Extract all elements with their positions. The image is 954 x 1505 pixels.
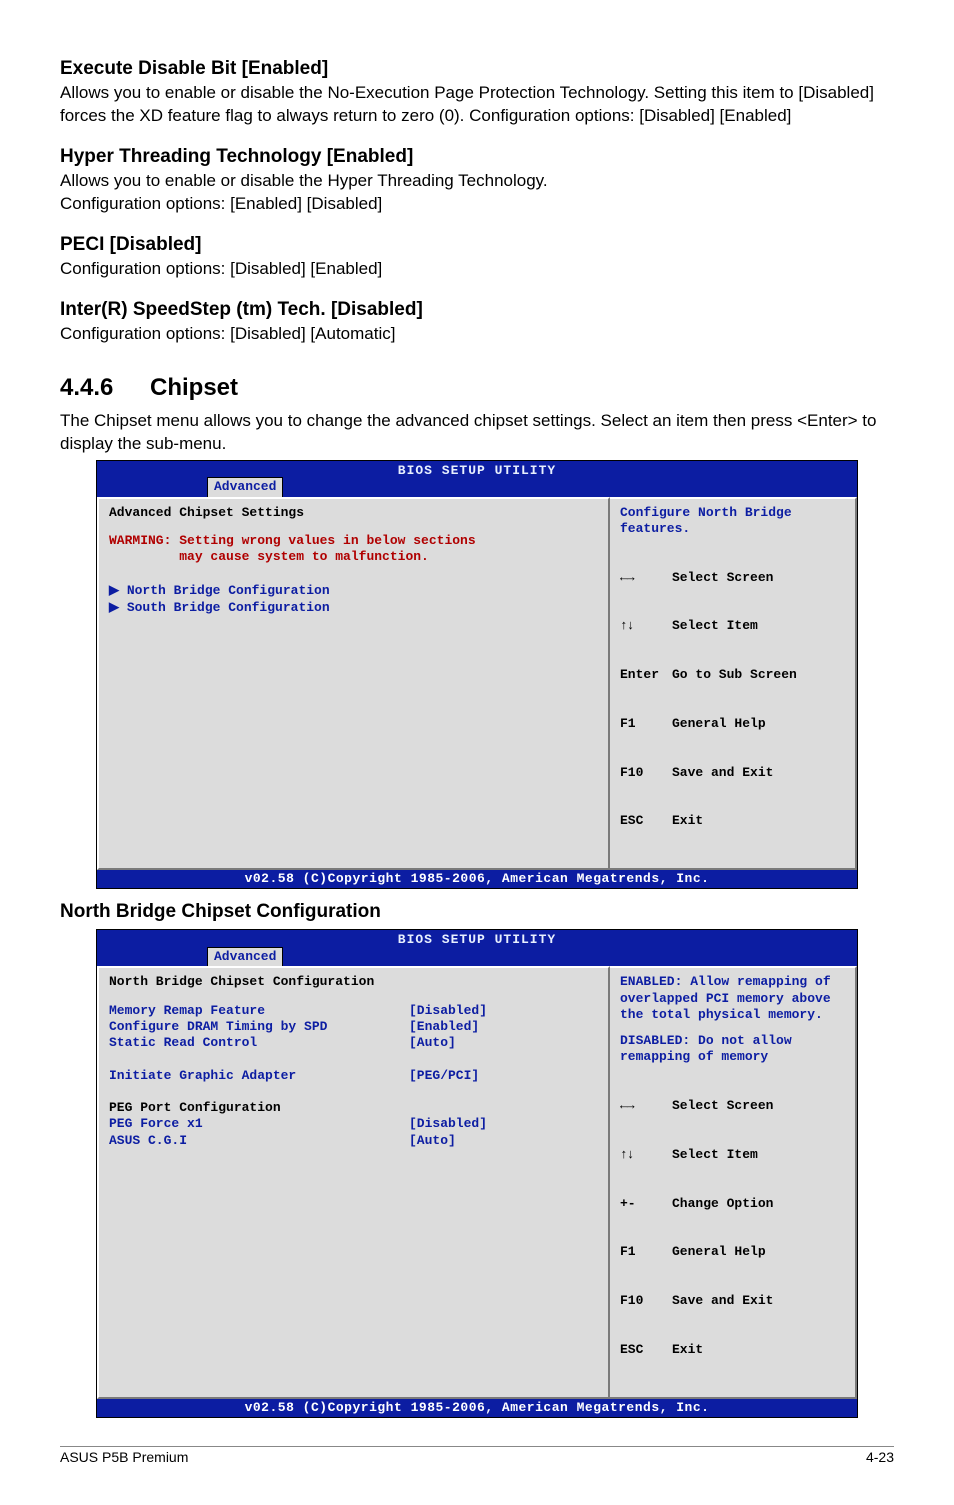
bios-tab-advanced[interactable]: Advanced — [207, 477, 283, 496]
nav2-f10-label: Save and Exit — [672, 1293, 773, 1309]
bios2-setting-row[interactable]: Initiate Graphic Adapter[PEG/PCI] — [109, 1068, 598, 1084]
section-number: 4.4.6 — [60, 374, 150, 402]
bios-item-north-bridge-label: North Bridge Configuration — [127, 583, 330, 598]
bios2-setting-row[interactable]: ASUS C.G.I[Auto] — [109, 1133, 598, 1149]
bios2-nav-legend: Select Screen Select Item +-Change Optio… — [620, 1066, 845, 1391]
footer-product: ASUS P5B Premium — [60, 1449, 188, 1465]
opt-peci-heading: PECI [Disabled] — [60, 234, 894, 256]
north-bridge-sub-heading: North Bridge Chipset Configuration — [60, 901, 894, 923]
bios2-setting-row — [109, 1084, 598, 1100]
bios-item-south-bridge[interactable]: ▶ South Bridge Configuration — [109, 600, 598, 616]
bios2-setting-value: [Disabled] — [409, 1116, 487, 1132]
bios-warning-line1: WARMING: Setting wrong values in below s… — [109, 533, 598, 549]
arrows-lr-icon — [620, 1098, 634, 1113]
bios2-setting-value: [Auto] — [409, 1035, 456, 1051]
bios2-setting-label: Memory Remap Feature — [109, 1003, 409, 1019]
bios2-panel-header: North Bridge Chipset Configuration — [109, 974, 598, 990]
bios-title: BIOS SETUP UTILITY — [398, 463, 556, 478]
bios2-tab-advanced[interactable]: Advanced — [207, 947, 283, 966]
bios2-setting-value: [Disabled] — [409, 1003, 487, 1019]
opt-execute-disable-heading: Execute Disable Bit [Enabled] — [60, 58, 894, 80]
opt-speedstep-heading: Inter(R) SpeedStep (tm) Tech. [Disabled] — [60, 299, 894, 321]
bios2-setting-row[interactable]: Memory Remap Feature[Disabled] — [109, 1003, 598, 1019]
nav-f10-label: Save and Exit — [672, 765, 773, 781]
bios-topbar: BIOS SETUP UTILITY Advanced — [97, 461, 857, 497]
page-footer: ASUS P5B Premium 4-23 — [60, 1446, 894, 1465]
nav2-f1-key: F1 — [620, 1244, 672, 1260]
nav-select-item: Select Item — [672, 618, 758, 634]
arrows-ud-icon — [620, 618, 634, 633]
nav-f1-label: General Help — [672, 716, 766, 732]
triangle-right-icon: ▶ — [109, 583, 127, 598]
bios-nav-legend: Select Screen Select Item EnterGo to Sub… — [620, 537, 845, 862]
nav-enter-label: Go to Sub Screen — [672, 667, 797, 683]
opt-peci-desc: Configuration options: [Disabled] [Enabl… — [60, 258, 894, 281]
bios2-setting-label: PEG Port Configuration — [109, 1100, 409, 1116]
nav-f1-key: F1 — [620, 716, 672, 732]
nav2-select-item: Select Item — [672, 1147, 758, 1163]
bios2-setting-label: ASUS C.G.I — [109, 1133, 409, 1149]
bios-help-text: Configure North Bridge features. — [620, 505, 845, 538]
section-title: Chipset — [150, 374, 238, 401]
bios2-setting-row — [109, 1051, 598, 1067]
bios2-setting-row[interactable]: Static Read Control[Auto] — [109, 1035, 598, 1051]
nav2-select-screen: Select Screen — [672, 1098, 773, 1114]
bios2-setting-row[interactable]: Configure DRAM Timing by SPD[Enabled] — [109, 1019, 598, 1035]
bios2-setting-label: Initiate Graphic Adapter — [109, 1068, 409, 1084]
nav-select-screen: Select Screen — [672, 570, 773, 586]
bios2-setting-value: [Enabled] — [409, 1019, 479, 1035]
bios-screenshot-north-bridge: BIOS SETUP UTILITY Advanced North Bridge… — [96, 929, 858, 1418]
bios2-title: BIOS SETUP UTILITY — [398, 932, 556, 947]
bios-warning-line2: may cause system to malfunction. — [109, 549, 598, 565]
opt-hyper-threading-desc: Allows you to enable or disable the Hype… — [60, 170, 894, 216]
bios2-setting-row[interactable]: PEG Force x1[Disabled] — [109, 1116, 598, 1132]
nav-enter-key: Enter — [620, 667, 672, 683]
nav-esc-key: ESC — [620, 813, 672, 829]
triangle-right-icon: ▶ — [109, 600, 127, 615]
bios2-setting-value: [PEG/PCI] — [409, 1068, 479, 1084]
bios-item-south-bridge-label: South Bridge Configuration — [127, 600, 330, 615]
nav2-f10-key: F10 — [620, 1293, 672, 1309]
nav2-esc-key: ESC — [620, 1342, 672, 1358]
section-heading: 4.4.6Chipset — [60, 374, 894, 402]
nav2-pm-key: +- — [620, 1196, 672, 1212]
footer-page-number: 4-23 — [866, 1449, 894, 1465]
bios2-setting-label: Configure DRAM Timing by SPD — [109, 1019, 409, 1035]
bios2-help-enabled: ENABLED: Allow remapping of overlapped P… — [620, 974, 845, 1023]
bios2-setting-label: Static Read Control — [109, 1035, 409, 1051]
bios-copyright: v02.58 (C)Copyright 1985-2006, American … — [97, 870, 857, 888]
nav2-pm-label: Change Option — [672, 1196, 773, 1212]
opt-hyper-threading-heading: Hyper Threading Technology [Enabled] — [60, 146, 894, 168]
arrows-lr-icon — [620, 570, 634, 585]
bios2-help-disabled: DISABLED: Do not allow remapping of memo… — [620, 1033, 845, 1066]
bios-item-north-bridge[interactable]: ▶ North Bridge Configuration — [109, 583, 598, 599]
arrows-ud-icon — [620, 1147, 634, 1162]
nav-esc-label: Exit — [672, 813, 703, 829]
section-desc: The Chipset menu allows you to change th… — [60, 410, 894, 456]
bios2-setting-value: [Auto] — [409, 1133, 456, 1149]
bios2-topbar: BIOS SETUP UTILITY Advanced — [97, 930, 857, 966]
nav2-esc-label: Exit — [672, 1342, 703, 1358]
bios-panel-header: Advanced Chipset Settings — [109, 505, 598, 521]
nav-f10-key: F10 — [620, 765, 672, 781]
opt-execute-disable-desc: Allows you to enable or disable the No-E… — [60, 82, 894, 128]
bios2-copyright: v02.58 (C)Copyright 1985-2006, American … — [97, 1399, 857, 1417]
nav2-f1-label: General Help — [672, 1244, 766, 1260]
opt-speedstep-desc: Configuration options: [Disabled] [Autom… — [60, 323, 894, 346]
bios2-setting-label: PEG Force x1 — [109, 1116, 409, 1132]
bios2-setting-row[interactable]: PEG Port Configuration — [109, 1100, 598, 1116]
bios-screenshot-chipset: BIOS SETUP UTILITY Advanced Advanced Chi… — [96, 460, 858, 890]
